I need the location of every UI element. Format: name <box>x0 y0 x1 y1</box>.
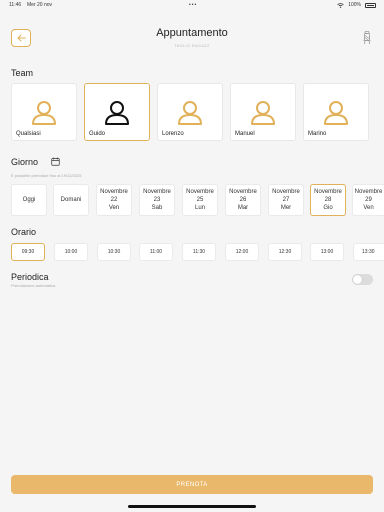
time-chip[interactable]: 13:30 <box>353 243 384 261</box>
day-weekday: Mer <box>280 205 292 211</box>
status-date: Mer 20 nov <box>27 2 53 8</box>
day-month: Novembre <box>186 189 214 195</box>
team-member-card[interactable]: Marino <box>303 83 369 141</box>
team-member-name: Qualsiasi <box>16 131 41 137</box>
day-number: 28 <box>324 197 332 203</box>
status-bar: 11:46 Mer 20 nov ••• 100% <box>0 0 384 10</box>
team-label: Team <box>11 68 34 78</box>
periodica-label: Periodica <box>11 272 49 282</box>
day-number: 25 <box>196 197 204 203</box>
page-subtitle: TAGLIO RAGAZZ <box>174 43 210 48</box>
wifi-icon <box>337 2 344 8</box>
day-month: Novembre <box>229 189 257 195</box>
day-card[interactable]: Novembre 29 Ven <box>352 184 384 216</box>
day-month: Novembre <box>272 189 300 195</box>
day-weekday: Gio <box>323 205 333 211</box>
team-member-card[interactable]: Manuel <box>230 83 296 141</box>
time-chip-selected[interactable]: 09:30 <box>11 243 45 261</box>
time-chip[interactable]: 10:00 <box>54 243 88 261</box>
day-card[interactable]: Novembre 27 Mer <box>268 184 304 216</box>
day-card[interactable]: Novembre 26 Mar <box>225 184 261 216</box>
day-number: 27 <box>282 197 290 203</box>
day-number: 29 <box>365 197 372 203</box>
time-chip[interactable]: 13:00 <box>310 243 344 261</box>
day-line1: Oggi <box>22 197 36 203</box>
periodica-hint: Prenotazione automatica <box>11 283 56 288</box>
day-card-selected[interactable]: Novembre 28 Gio <box>310 184 346 216</box>
time-chip[interactable]: 12:00 <box>225 243 259 261</box>
team-member-card[interactable]: Qualsiasi <box>11 83 77 141</box>
day-weekday: Ven <box>108 205 120 211</box>
day-month: Novembre <box>143 189 171 195</box>
day-month: Novembre <box>314 189 342 195</box>
time-chip[interactable]: 11:30 <box>182 243 216 261</box>
status-time: 11:46 <box>9 2 22 8</box>
calendar-icon[interactable] <box>51 157 60 166</box>
user-icon <box>324 101 348 125</box>
team-member-name: Guido <box>89 131 106 137</box>
periodica-toggle[interactable] <box>352 274 373 285</box>
home-indicator <box>128 505 256 508</box>
team-member-card-selected[interactable]: Guido <box>84 83 150 141</box>
team-member-name: Marino <box>308 131 327 137</box>
day-line1: Domani <box>60 197 82 203</box>
user-icon <box>105 101 129 125</box>
barber-shop-icon[interactable] <box>362 31 372 45</box>
status-right: 100% <box>337 2 376 8</box>
user-icon <box>251 101 275 125</box>
page-title: Appuntamento <box>156 27 228 39</box>
team-member-card[interactable]: Lorenzo <box>157 83 223 141</box>
time-chip[interactable]: 10:30 <box>97 243 131 261</box>
day-number: 26 <box>239 197 247 203</box>
day-card[interactable]: Domani <box>53 184 89 216</box>
giorno-hint: È possibile prenotare fino al 19/12/2025 <box>11 173 82 178</box>
day-card[interactable]: Novembre 23 Sab <box>139 184 175 216</box>
day-card[interactable]: Oggi <box>11 184 47 216</box>
giorno-label: Giorno <box>11 157 39 167</box>
day-weekday: Mar <box>237 205 249 211</box>
time-chip[interactable]: 11:00 <box>139 243 173 261</box>
user-icon <box>32 101 56 125</box>
battery-icon <box>365 2 376 8</box>
user-icon <box>178 101 202 125</box>
team-member-name: Manuel <box>235 131 255 137</box>
status-dots: ••• <box>189 2 198 8</box>
orario-label: Orario <box>11 227 37 237</box>
day-card[interactable]: Novembre 22 Ven <box>96 184 132 216</box>
day-month: Novembre <box>100 189 128 195</box>
day-card[interactable]: Novembre 25 Lun <box>182 184 218 216</box>
day-weekday: Sab <box>151 205 163 211</box>
team-member-name: Lorenzo <box>162 131 184 137</box>
day-month: Novembre <box>354 189 383 195</box>
time-chip[interactable]: 12:30 <box>268 243 302 261</box>
battery-percent: 100% <box>348 2 361 8</box>
day-number: 23 <box>153 197 161 203</box>
day-weekday: Ven <box>363 205 374 211</box>
day-number: 22 <box>110 197 118 203</box>
day-weekday: Lun <box>194 205 205 211</box>
prenota-button[interactable]: PRENOTA <box>11 475 373 494</box>
